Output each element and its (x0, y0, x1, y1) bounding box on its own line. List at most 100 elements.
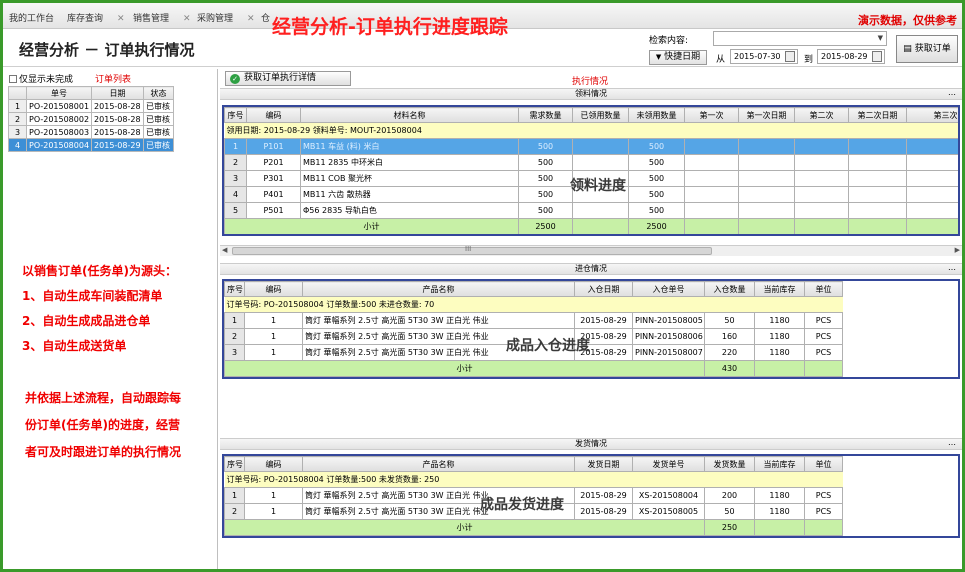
group-row[interactable]: 订单号码: PO-201508004 订单数量:500 未发货数量: 250 (224, 471, 843, 488)
col-header: 发货数量 (704, 456, 755, 472)
col-header: 日期 (91, 86, 145, 100)
only-unfinished-checkbox[interactable]: 仅显示未完成 (9, 72, 73, 85)
material-table: 序号 编码 材料名称 需求数量 已领用数量 未领用数量 第一次 第一次日期 第二… (224, 107, 958, 234)
col-header: 已领用数量 (572, 107, 629, 123)
table-row[interactable]: 2 PO-201508002 2015-08-28 已审核 (8, 112, 175, 126)
table-row-selected[interactable]: 4 PO-201508004 2015-08-29 已审核 (8, 138, 175, 152)
tab-workbench[interactable]: 我的工作台 (9, 11, 54, 24)
note-line: 份订单(任务单)的进度，经营 (25, 418, 180, 432)
col-header: 入仓单号 (632, 281, 705, 297)
note-line: 并依据上述流程，自动跟踪每 (25, 391, 182, 405)
tab-purchase[interactable]: 采购管理 ✕ (197, 11, 255, 24)
col-header: 入仓日期 (574, 281, 633, 297)
note-line: 者可及时跟进订单的执行情况 (25, 445, 182, 459)
search-icon: ▤ (903, 44, 912, 54)
delivery-table-box: 序号 编码 产品名称 发货日期 发货单号 发货数量 当前库存 单位 订单号码: … (222, 454, 960, 538)
table-row[interactable]: 1 1 筒灯 華幅系列 2.5寸 高光面 5T30 3W 正白光 伟业 2015-08… (224, 312, 843, 329)
table-row-selected[interactable]: 1 P101 MB11 车益 (料) 米白 500 500 (224, 138, 958, 155)
col-header: 材料名称 (300, 107, 519, 123)
warehouse-progress-label: 成品入仓进度 (506, 338, 590, 354)
note-line: 3、自动生成送货单 (22, 339, 127, 353)
material-progress-label: 领料进度 (570, 178, 626, 194)
group-row[interactable]: 领用日期: 2015-08-29 领料单号: MOUT-201508004 (224, 122, 958, 139)
col-header: 第三次 (906, 107, 958, 123)
check-icon: ✓ (230, 74, 240, 84)
checkbox-icon[interactable] (9, 75, 17, 83)
col-header: 单位 (804, 456, 843, 472)
tab-inventory-query[interactable]: 库存查询 ✕ (67, 11, 125, 24)
arrow-right-icon[interactable]: ▶ (955, 246, 960, 254)
col-header: 单位 (804, 281, 843, 297)
warehouse-table: 序号 编码 产品名称 入仓日期 入仓单号 入仓数量 当前库存 单位 订单号码: … (224, 281, 843, 377)
col-header: 序号 (224, 456, 245, 472)
arrow-left-icon[interactable]: ◀ (222, 246, 227, 254)
col-header: 第一次日期 (738, 107, 795, 123)
warehouse-table-box: 序号 编码 产品名称 入仓日期 入仓单号 入仓数量 当前库存 单位 订单号码: … (222, 279, 960, 379)
note-line: 2、自动生成成品进仓单 (22, 314, 151, 328)
col-header: 第一次 (684, 107, 739, 123)
table-row[interactable]: 3 PO-201508003 2015-08-28 已审核 (8, 125, 175, 139)
chevron-down-icon: ▼ (655, 53, 662, 61)
subtotal-row: 小计 430 (224, 360, 843, 377)
section-header-warehouse: 进仓情况… (220, 263, 962, 275)
col-header (8, 86, 27, 100)
group-row[interactable]: 订单号码: PO-201508004 订单数量:500 未进仓数量: 70 (224, 296, 843, 313)
more-icon[interactable]: … (948, 263, 956, 273)
material-table-box: 序号 编码 材料名称 需求数量 已领用数量 未领用数量 第一次 第一次日期 第二… (222, 105, 960, 236)
table-row[interactable]: 1 PO-201508001 2015-08-28 已审核 (8, 99, 175, 113)
col-header: 编码 (244, 456, 303, 472)
right-panel: ✓ 获取订单执行详情 执行情况 领料情况… 序号 编码 材料名称 需求数量 已领用… (220, 69, 962, 569)
search-input[interactable]: ▼ (713, 31, 887, 46)
horizontal-scrollbar[interactable]: ◀ III ▶ (220, 245, 962, 256)
col-header: 产品名称 (302, 456, 575, 472)
col-header: 产品名称 (302, 281, 575, 297)
close-icon[interactable]: ✕ (117, 14, 125, 24)
col-header: 第二次日期 (848, 107, 907, 123)
delivery-progress-label: 成品发货进度 (480, 497, 564, 513)
quick-date-button[interactable]: ▼ 快捷日期 (649, 50, 707, 65)
col-header: 编码 (244, 281, 303, 297)
table-row[interactable]: 5 P501 Φ56 2835 导轨白色 500 500 (224, 202, 958, 219)
col-header: 单号 (25, 86, 93, 100)
note-line: 以销售订单(任务单)为源头： (22, 264, 177, 278)
tab-sales[interactable]: 销售管理 ✕ (133, 11, 191, 24)
section-header-material: 领料情况… (220, 88, 962, 100)
scrollbar-thumb[interactable] (232, 247, 712, 255)
close-icon[interactable]: ✕ (183, 14, 191, 24)
col-header: 发货单号 (632, 456, 705, 472)
note-line: 1、自动生成车间装配清单 (22, 289, 163, 303)
exec-label: 执行情况 (572, 77, 609, 87)
col-header: 第二次 (794, 107, 849, 123)
close-icon[interactable]: ✕ (247, 14, 255, 24)
col-header: 序号 (224, 107, 247, 123)
more-icon[interactable]: … (948, 438, 956, 448)
col-header: 需求数量 (518, 107, 573, 123)
col-header: 序号 (224, 281, 245, 297)
fetch-orders-button[interactable]: ▤ 获取订单 (896, 35, 958, 63)
col-header: 发货日期 (574, 456, 633, 472)
section-header-delivery: 发货情况… (220, 438, 962, 450)
tab-warehouse[interactable]: 仓 (261, 11, 270, 24)
chevron-down-icon[interactable]: ▼ (878, 34, 883, 42)
subtotal-row: 小计 250 (224, 519, 843, 536)
date-from-input[interactable]: 2015-07-30 (730, 49, 798, 64)
col-header: 未领用数量 (628, 107, 685, 123)
order-list-title: 订单列表 (95, 75, 132, 85)
page-title: 经营分析 － 订单执行情况 (19, 41, 195, 59)
search-label: 检索内容: (649, 36, 689, 46)
get-detail-button[interactable]: ✓ 获取订单执行详情 (225, 71, 351, 86)
calendar-icon[interactable] (872, 51, 882, 62)
demo-note: 演示数据，仅供参考 (858, 14, 957, 27)
subtotal-row: 小计 2500 2500 (224, 218, 958, 234)
col-header: 当前库存 (754, 281, 805, 297)
date-to-label: 到 (804, 55, 814, 65)
banner-title: 经营分析-订单执行进度跟踪 (272, 16, 508, 38)
left-panel: 仅显示未完成 订单列表 单号 日期 状态 1 PO-201508001 2015… (3, 69, 218, 569)
calendar-icon[interactable] (785, 51, 795, 62)
col-header: 当前库存 (754, 456, 805, 472)
date-to-input[interactable]: 2015-08-29 (817, 49, 885, 64)
col-header: 状态 (143, 86, 175, 100)
table-row[interactable]: 2 P201 MB11 2835 中环米白 500 500 (224, 154, 958, 171)
more-icon[interactable]: … (948, 88, 956, 98)
col-header: 入仓数量 (704, 281, 755, 297)
